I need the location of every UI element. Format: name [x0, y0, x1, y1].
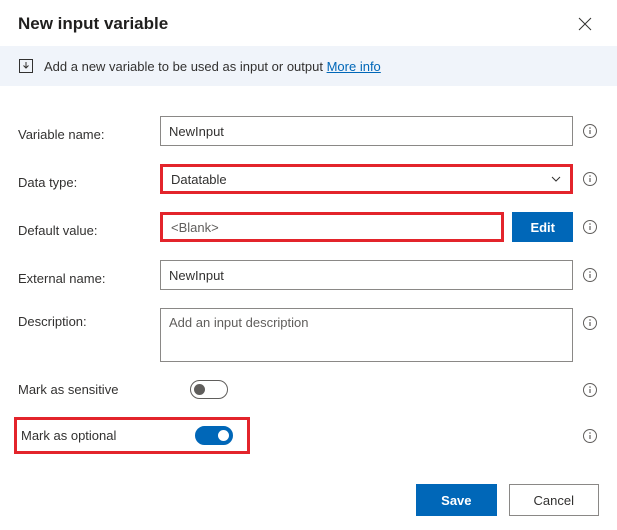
label-mark-sensitive: Mark as sensitive [18, 382, 178, 397]
row-mark-sensitive: Mark as sensitive [18, 380, 599, 399]
info-icon[interactable] [581, 218, 599, 236]
save-button[interactable]: Save [416, 484, 496, 516]
default-value-text: <Blank> [171, 220, 219, 235]
toggle-knob [194, 384, 205, 395]
dialog-header: New input variable [0, 0, 617, 46]
toggle-knob [218, 430, 229, 441]
label-data-type: Data type: [18, 169, 148, 190]
dialog-footer: Save Cancel [416, 484, 599, 516]
form-body: Variable name: Data type: Datatable Defa… [0, 86, 617, 464]
label-external-name: External name: [18, 265, 148, 286]
data-type-select[interactable]: Datatable [160, 164, 573, 194]
info-icon[interactable] [581, 266, 599, 284]
info-icon[interactable] [581, 427, 599, 445]
row-external-name: External name: [18, 260, 599, 290]
close-icon [578, 17, 592, 31]
row-data-type: Data type: Datatable [18, 164, 599, 194]
default-value-display[interactable]: <Blank> [160, 212, 504, 242]
dialog-title: New input variable [18, 14, 168, 34]
info-icon[interactable] [581, 381, 599, 399]
row-variable-name: Variable name: [18, 116, 599, 146]
row-mark-optional: Mark as optional [18, 417, 599, 454]
banner-text: Add a new variable to be used as input o… [44, 59, 323, 74]
sensitive-toggle[interactable] [190, 380, 228, 399]
info-icon[interactable] [581, 170, 599, 188]
label-default-value: Default value: [18, 217, 148, 238]
download-icon [18, 58, 34, 74]
label-variable-name: Variable name: [18, 121, 148, 142]
edit-button[interactable]: Edit [512, 212, 573, 242]
data-type-value: Datatable [163, 167, 570, 191]
label-mark-optional: Mark as optional [21, 428, 177, 443]
description-input[interactable] [160, 308, 573, 362]
optional-toggle[interactable] [195, 426, 233, 445]
external-name-input[interactable] [160, 260, 573, 290]
row-default-value: Default value: <Blank> Edit [18, 212, 599, 242]
row-description: Description: [18, 308, 599, 362]
info-banner: Add a new variable to be used as input o… [0, 46, 617, 86]
info-icon[interactable] [581, 122, 599, 140]
more-info-link[interactable]: More info [327, 59, 381, 74]
info-icon[interactable] [581, 314, 599, 332]
variable-name-input[interactable] [160, 116, 573, 146]
close-button[interactable] [571, 10, 599, 38]
label-description: Description: [18, 308, 148, 329]
cancel-button[interactable]: Cancel [509, 484, 599, 516]
optional-highlight-box: Mark as optional [14, 417, 250, 454]
